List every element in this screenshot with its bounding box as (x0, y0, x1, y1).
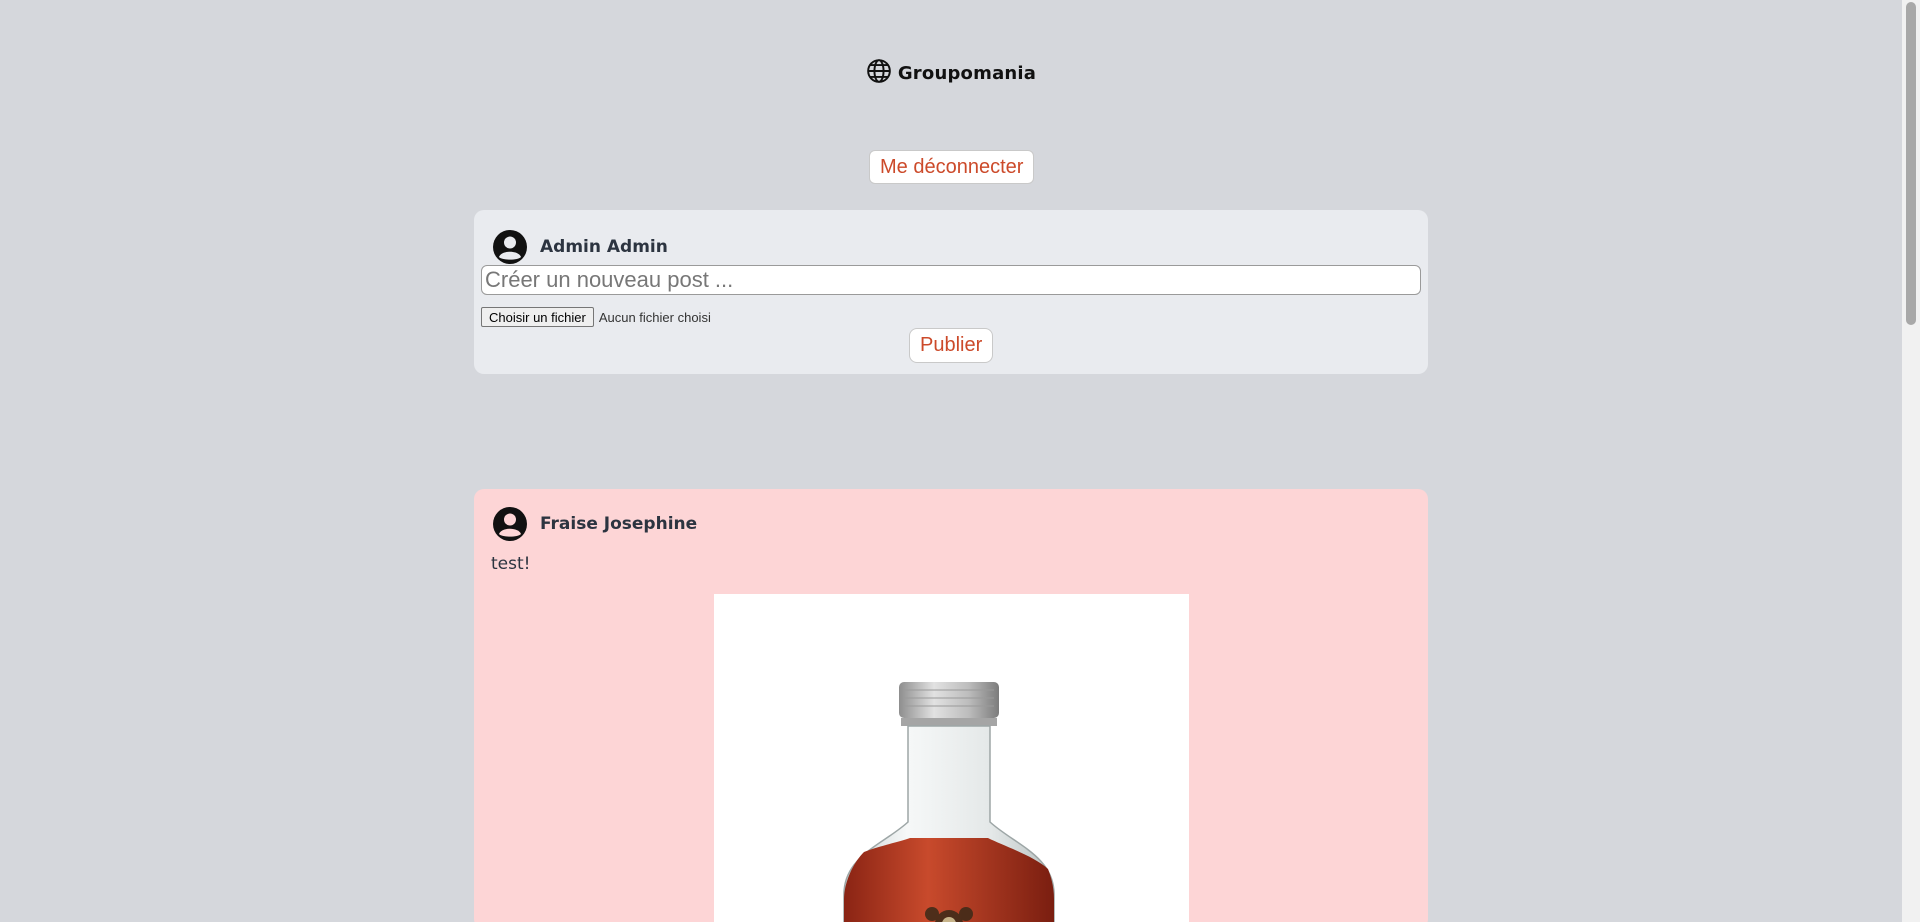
user-circle-icon (492, 506, 528, 542)
post-card: Fraise Josephine test! (474, 489, 1428, 922)
brand-header: Groupomania (0, 58, 1902, 89)
post-text: test! (491, 554, 531, 574)
logout-button[interactable]: Me déconnecter (869, 150, 1035, 184)
choose-file-button[interactable]: Choisir un fichier (481, 307, 594, 327)
globe-icon (866, 58, 892, 89)
page: Groupomania Me déconnecter Admin Admin C… (0, 0, 1920, 922)
page-scrollbar[interactable] (1902, 0, 1920, 922)
brand-name: Groupomania (897, 63, 1037, 84)
user-circle-icon (492, 229, 528, 265)
post-author: Fraise Josephine (492, 506, 697, 542)
post-image (714, 594, 1189, 922)
file-picker: Choisir un fichier Aucun fichier choisi (481, 307, 711, 327)
new-post-input[interactable] (481, 265, 1421, 295)
publish-button[interactable]: Publier (909, 328, 994, 363)
composer-user-name: Admin Admin (540, 237, 668, 257)
post-author-name: Fraise Josephine (540, 514, 698, 534)
bottle-photo (843, 682, 1055, 922)
file-status: Aucun fichier choisi (598, 309, 711, 325)
composer-user: Admin Admin (492, 229, 668, 265)
composer-card: Admin Admin Choisir un fichier Aucun fic… (474, 210, 1428, 374)
scrollbar-thumb[interactable] (1906, 2, 1916, 325)
